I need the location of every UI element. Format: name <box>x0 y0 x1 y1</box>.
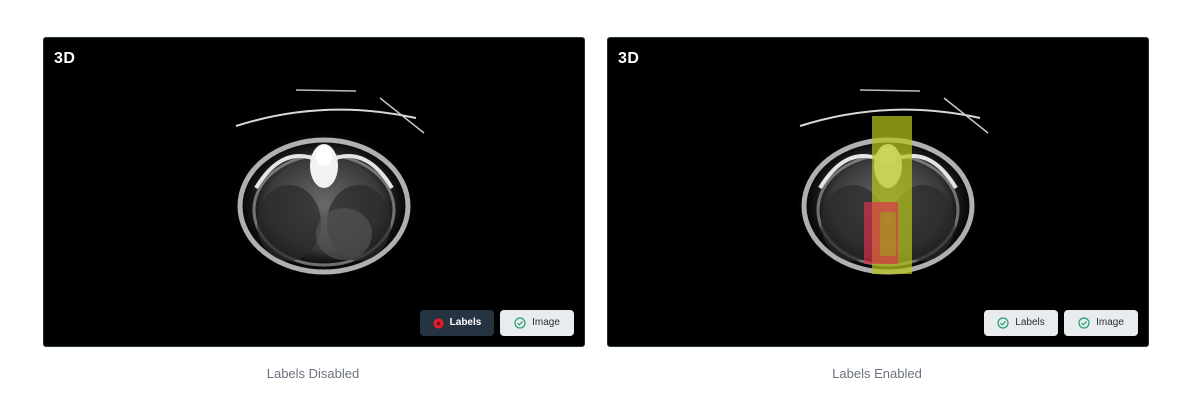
labels-button-label: Labels <box>449 317 482 328</box>
ct-scan-3d-render <box>228 89 425 280</box>
check-circle-icon <box>514 317 526 329</box>
labels-button-label: Labels <box>1015 317 1045 328</box>
image-button-label: Image <box>1096 317 1124 328</box>
view-mode-label: 3D <box>54 50 76 67</box>
image-toggle-button[interactable]: Image <box>500 310 574 336</box>
viewer-3d-labels-disabled[interactable]: 3D Labels Image <box>43 37 585 347</box>
view-mode-label: 3D <box>618 50 640 67</box>
ct-scan-3d-render-with-labels <box>792 89 989 280</box>
image-toggle-button[interactable]: Image <box>1064 310 1138 336</box>
image-button-label: Image <box>532 317 560 328</box>
viewer-3d-labels-enabled[interactable]: 3D Labels Image <box>607 37 1149 347</box>
caption-labels-disabled: Labels Disabled <box>266 366 360 381</box>
labels-off-gear-icon <box>433 317 444 329</box>
check-circle-icon <box>1078 317 1090 329</box>
labels-toggle-button[interactable]: Labels <box>420 310 494 336</box>
check-circle-icon <box>997 317 1009 329</box>
caption-labels-enabled: Labels Enabled <box>832 366 922 381</box>
labels-toggle-button[interactable]: Labels <box>984 310 1058 336</box>
